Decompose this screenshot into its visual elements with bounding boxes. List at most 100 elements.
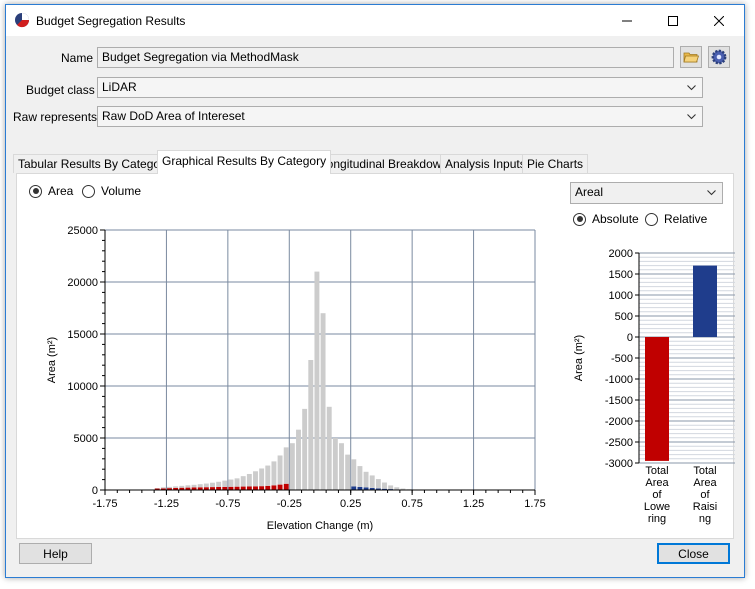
volume-radio-label: Volume (101, 184, 142, 198)
histogram-bar-neutral (339, 443, 344, 490)
histogram-bar-neutral (197, 484, 203, 488)
budget-class-label: Budget class (26, 83, 95, 97)
histogram-bar-neutral (277, 455, 283, 485)
histogram-bar-neutral (246, 473, 252, 487)
category-label-line: ng (699, 513, 711, 525)
histogram-bar-neutral (394, 487, 400, 490)
histogram-bar-neutral (259, 468, 265, 487)
histogram-bar-neutral (351, 459, 357, 487)
y-axis-title: Area (m²) (46, 337, 58, 383)
histogram-bar-lowering (253, 486, 258, 490)
window-title: Budget Segregation Results (36, 14, 186, 28)
settings-button[interactable] (708, 46, 730, 68)
relative-radio[interactable]: Relative (645, 212, 707, 226)
tab-longitudinal-breakdown[interactable]: Longitudinal Breakdown (315, 154, 454, 173)
open-folder-button[interactable] (680, 46, 702, 68)
y-axis-title: Area (m²) (573, 335, 585, 381)
minimize-icon (622, 20, 632, 21)
histogram-bar-lowering (265, 485, 271, 490)
category-label-line: Area (693, 477, 717, 489)
histogram-bar-neutral (160, 487, 166, 489)
histogram-bar-neutral (167, 486, 172, 489)
budget-segregation-window: Budget Segregation Results Name Budget S… (5, 4, 745, 578)
histogram-bar-neutral (400, 488, 406, 490)
y-tick-label: 15000 (67, 329, 98, 341)
tab-analysis-inputs[interactable]: Analysis Inputs (440, 154, 531, 173)
budget-class-select[interactable]: LiDAR (97, 77, 703, 98)
x-tick-label: -1.25 (154, 498, 179, 510)
radio-circle (645, 212, 658, 226)
x-tick-label: 0.25 (340, 498, 361, 510)
close-button[interactable]: Close (657, 543, 730, 564)
histogram-bar-neutral (382, 482, 387, 489)
histogram-bar-neutral (289, 443, 295, 490)
y-tick-label: -1500 (605, 395, 633, 407)
histogram-bar-neutral (265, 465, 271, 486)
volume-radio[interactable]: Volume (82, 184, 141, 198)
histogram-bar-neutral (345, 454, 351, 490)
y-tick-label: -2000 (605, 416, 633, 428)
y-tick-label: -1000 (605, 374, 633, 386)
maximize-button[interactable] (650, 5, 696, 36)
bar-raising (693, 265, 717, 337)
raw-represents-select[interactable]: Raw DoD Area of Intereset (97, 106, 703, 127)
histogram-bar-lowering (277, 484, 283, 490)
gear-icon (711, 49, 727, 65)
tab-graphical-results[interactable]: Graphical Results By Category (157, 150, 332, 174)
y-tick-label: 0 (627, 332, 633, 344)
histogram-bar-neutral (203, 483, 209, 488)
category-label-line: Raisi (693, 501, 717, 513)
tab-tabular-results[interactable]: Tabular Results By Category (13, 154, 176, 173)
category-label-line: Total (645, 465, 668, 477)
histogram-bar-neutral (363, 471, 369, 488)
bar-lowering (645, 337, 669, 461)
absolute-radio-label: Absolute (592, 212, 639, 226)
histogram-bar-neutral (210, 482, 215, 488)
y-tick-label: 5000 (74, 433, 98, 445)
x-tick-label: -0.25 (277, 498, 302, 510)
raw-represents-value: Raw DoD Area of Intereset (102, 109, 245, 123)
histogram-bar-neutral (357, 466, 363, 487)
absolute-radio[interactable]: Absolute (573, 212, 639, 226)
category-label-line: of (652, 489, 662, 501)
histogram-bar-neutral (302, 408, 308, 490)
histogram-bar-neutral (228, 479, 234, 487)
name-field[interactable]: Budget Segregation via MethodMask (97, 47, 674, 68)
y-tick-label: 0 (92, 485, 98, 497)
area-radio-label: Area (48, 184, 74, 198)
histogram-bar-neutral (240, 476, 246, 487)
y-tick-label: 500 (615, 311, 633, 323)
histogram-bar-neutral (222, 480, 228, 487)
name-label: Name (61, 51, 94, 65)
area-radio[interactable]: Area (29, 184, 73, 198)
histogram-bar-neutral (185, 485, 191, 488)
minimize-button[interactable] (604, 5, 650, 36)
help-button[interactable]: Help (19, 543, 92, 564)
close-window-button[interactable] (696, 5, 742, 36)
folder-icon (683, 52, 699, 63)
x-tick-label: 1.75 (524, 498, 545, 510)
histogram-bar-neutral (154, 488, 160, 489)
y-tick-label: 1000 (609, 290, 633, 302)
radio-circle (82, 184, 95, 198)
histogram-bar-neutral (375, 479, 381, 489)
histogram-bar-neutral (296, 429, 301, 490)
histogram-bar-neutral (314, 271, 320, 490)
category-label-line: Lowe (644, 501, 670, 513)
title-bar: Budget Segregation Results (6, 5, 744, 36)
tab-pie-charts[interactable]: Pie Charts (522, 154, 589, 173)
histogram-bar-raising (351, 486, 357, 490)
y-tick-label: -500 (611, 353, 633, 365)
chevron-down-icon (687, 85, 696, 91)
histogram-bar-neutral (234, 478, 240, 487)
x-tick-label: 1.25 (463, 498, 484, 510)
histogram-bar-neutral (191, 484, 197, 488)
histogram-bar-lowering (271, 485, 277, 490)
y-tick-label: -3000 (605, 458, 633, 470)
graphical-results-panel: Area Volume -1.75 -1.25 -0.75 -0.25 0.25 0.75… (16, 173, 735, 539)
histogram-bar-lowering (283, 483, 289, 490)
histogram-bar-neutral (216, 481, 222, 487)
metric-select[interactable]: Areal (570, 182, 723, 204)
x-tick-label: -1.75 (92, 498, 117, 510)
chevron-down-icon (707, 190, 716, 196)
